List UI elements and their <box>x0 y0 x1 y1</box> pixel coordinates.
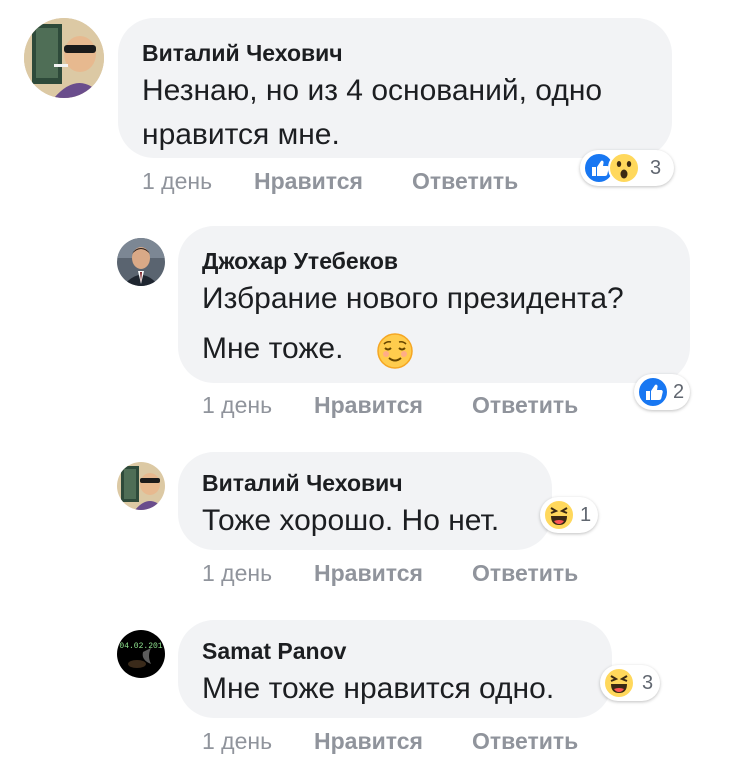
reaction-count: 1 <box>580 504 592 526</box>
like-button[interactable]: Нравится <box>254 168 363 195</box>
comment-text-line: Мне тоже нравится одно. <box>202 672 555 705</box>
haha-reaction-icon <box>543 499 575 531</box>
comment-author[interactable]: Samat Panov <box>202 638 346 665</box>
reply-button[interactable]: Ответить <box>472 392 578 419</box>
reaction-summary[interactable]: 2 <box>634 374 690 410</box>
comment-bubble: Samat Panov Мне тоже нравится одно. <box>178 620 612 718</box>
avatar[interactable] <box>24 18 104 98</box>
reply-button[interactable]: Ответить <box>472 728 578 755</box>
comment-text-line: Избрание нового президента? <box>202 282 624 315</box>
comment-author[interactable]: Виталий Чехович <box>142 40 343 67</box>
avatar[interactable] <box>117 462 165 510</box>
comment-timestamp[interactable]: 1 день <box>202 728 272 755</box>
avatar[interactable]: 04.02.201 <box>117 630 165 678</box>
relieved-face-icon <box>377 333 413 369</box>
comment-bubble: Виталий Чехович Тоже хорошо. Но нет. <box>178 452 552 550</box>
comment-text-line: Тоже хорошо. Но нет. <box>202 504 500 537</box>
comment-author[interactable]: Виталий Чехович <box>202 470 403 497</box>
reaction-count: 2 <box>673 381 685 403</box>
reaction-count: 3 <box>642 672 654 694</box>
comment-bubble: Джохар Утебеков Избрание нового президен… <box>178 226 690 383</box>
comment-timestamp[interactable]: 1 день <box>142 168 212 195</box>
avatar[interactable] <box>117 238 165 286</box>
comment-text-line: нравится мне. <box>142 118 340 151</box>
reaction-summary[interactable]: 1 <box>540 497 598 533</box>
reaction-summary[interactable]: 3 <box>600 665 660 701</box>
comment-author[interactable]: Джохар Утебеков <box>202 248 398 275</box>
like-button[interactable]: Нравится <box>314 728 423 755</box>
haha-reaction-icon <box>603 667 635 699</box>
comment-text-line: Незнаю, но из 4 оснований, одно <box>142 74 603 107</box>
reaction-count: 3 <box>650 157 662 179</box>
like-reaction-icon <box>637 376 669 408</box>
comment-text-line: Мне тоже. <box>202 332 344 365</box>
like-button[interactable]: Нравится <box>314 392 423 419</box>
comment-timestamp[interactable]: 1 день <box>202 560 272 587</box>
comment-timestamp[interactable]: 1 день <box>202 392 272 419</box>
reply-button[interactable]: Ответить <box>472 560 578 587</box>
reaction-summary[interactable]: 3 <box>580 150 674 186</box>
comment-bubble: Виталий Чехович Незнаю, но из 4 основани… <box>118 18 672 158</box>
wow-reaction-icon <box>608 152 640 184</box>
like-button[interactable]: Нравится <box>314 560 423 587</box>
reply-button[interactable]: Ответить <box>412 168 518 195</box>
